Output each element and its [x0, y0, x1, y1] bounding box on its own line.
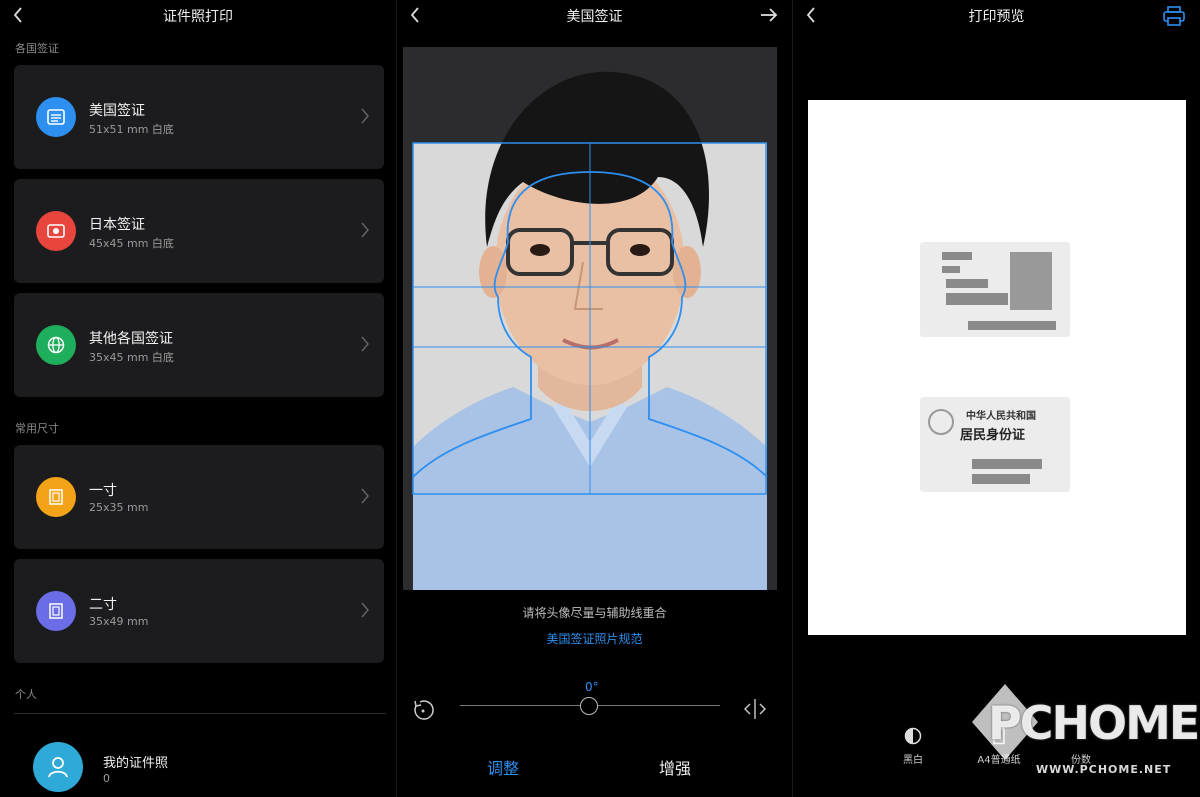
- tab-adjust[interactable]: 调整: [487, 755, 519, 779]
- card-japan-visa[interactable]: 日本签证 45x45 mm 白底: [14, 179, 384, 283]
- top-bar: 美国签证: [397, 0, 792, 32]
- card-title: 美国签证: [89, 103, 145, 119]
- id-card-front: [920, 242, 1070, 337]
- panel-id-photo-print: 证件照打印 各国签证 美国签证 51x51 mm 白底 日本签证 45x45 m…: [0, 0, 396, 797]
- document-icon: [36, 97, 76, 137]
- tool-label: A4普通纸: [977, 755, 1021, 766]
- user-icon: [33, 742, 83, 792]
- card-size: 45x45 mm 白底: [89, 237, 174, 250]
- frame-icon: [36, 591, 76, 631]
- print-button[interactable]: [1162, 5, 1186, 27]
- section-label-personal: 个人: [15, 688, 37, 701]
- flip-button[interactable]: [742, 698, 768, 720]
- national-emblem-icon: [928, 409, 954, 435]
- arrow-right-icon: [761, 8, 778, 22]
- flip-horizontal-icon: [744, 699, 766, 719]
- chevron-right-icon: [360, 221, 370, 243]
- printer-icon: [1163, 6, 1185, 26]
- chevron-right-icon: [360, 601, 370, 623]
- page-title: 证件照打印: [163, 9, 233, 25]
- card-size: 35x49 mm: [89, 615, 149, 628]
- card-size: 51x51 mm 白底: [89, 123, 174, 136]
- black-white-toggle[interactable]: 黑白: [893, 727, 933, 766]
- alignment-hint: 请将头像尽量与辅助线重合: [522, 606, 667, 620]
- copies-selector[interactable]: 1 份数: [1061, 727, 1101, 766]
- chevron-right-icon: [360, 107, 370, 129]
- copies-count: 1: [1076, 727, 1086, 743]
- rotate-button[interactable]: [411, 698, 435, 722]
- tab-enhance[interactable]: 增强: [659, 755, 691, 779]
- rotation-slider-handle[interactable]: [580, 697, 598, 715]
- card-other-visa[interactable]: 其他各国签证 35x45 mm 白底: [14, 293, 384, 397]
- paper-icon: [990, 727, 1008, 745]
- next-button[interactable]: [758, 4, 780, 26]
- panel-print-preview: 打印预览 中华人民共和国 居民身份证 黑白 A4普通纸 1 份数: [792, 0, 1200, 797]
- photo-crop-area[interactable]: [403, 47, 777, 590]
- chevron-right-icon: [360, 335, 370, 357]
- top-bar: 证件照打印: [0, 0, 396, 32]
- camera-icon: [36, 211, 76, 251]
- card-title: 二寸: [89, 597, 117, 613]
- card-two-inch[interactable]: 二寸 35x49 mm: [14, 559, 384, 663]
- contrast-icon: [904, 727, 922, 745]
- tool-label: 份数: [1071, 755, 1091, 766]
- card-title: 日本签证: [89, 217, 145, 233]
- card-size: 35x45 mm 白底: [89, 351, 174, 364]
- tool-label: 黑白: [903, 755, 923, 766]
- id-back-subtitle: 居民身份证: [960, 428, 1026, 443]
- card-size: 25x35 mm: [89, 501, 149, 514]
- card-title: 一寸: [89, 483, 117, 499]
- my-photos-count: 0: [103, 772, 110, 785]
- panel-us-visa-editor: 美国签证 请将头像尽量与辅助线重合 美国签证照片规范 0° 调整 增强: [396, 0, 792, 797]
- id-back-title: 中华人民共和国: [966, 411, 1036, 422]
- globe-icon: [36, 325, 76, 365]
- section-label-visa: 各国签证: [15, 42, 59, 55]
- portrait-photo: [412, 71, 768, 590]
- page-title: 打印预览: [968, 9, 1025, 25]
- my-id-photos-item[interactable]: 我的证件照 0: [0, 722, 396, 797]
- print-paper-preview: 中华人民共和国 居民身份证: [808, 100, 1186, 635]
- rotate-icon: [414, 700, 434, 720]
- id-card-back: 中华人民共和国 居民身份证: [920, 397, 1070, 492]
- top-bar: 打印预览: [793, 0, 1200, 32]
- card-title: 其他各国签证: [89, 331, 173, 347]
- card-one-inch[interactable]: 一寸 25x35 mm: [14, 445, 384, 549]
- frame-icon: [36, 477, 76, 517]
- rotation-angle-value: 0°: [585, 680, 599, 694]
- paper-type-select[interactable]: A4普通纸: [969, 727, 1029, 766]
- photo-spec-link[interactable]: 美国签证照片规范: [397, 630, 792, 647]
- card-us-visa[interactable]: 美国签证 51x51 mm 白底: [14, 65, 384, 169]
- chevron-right-icon: [360, 487, 370, 509]
- section-label-common: 常用尺寸: [15, 422, 59, 435]
- divider: [14, 713, 386, 714]
- my-photos-title: 我的证件照: [103, 756, 169, 771]
- page-title: 美国签证: [566, 9, 623, 25]
